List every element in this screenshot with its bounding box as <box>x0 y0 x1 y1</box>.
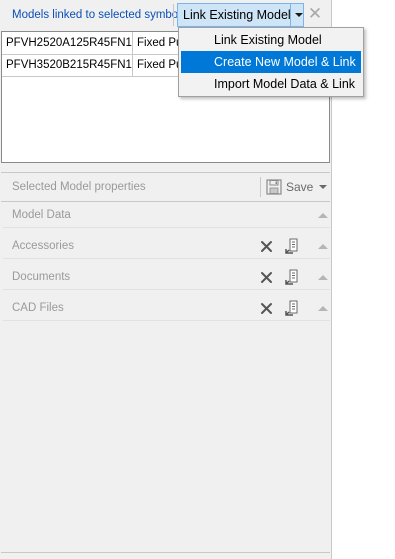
link-model-dropdown-menu: Link Existing Model Create New Model & L… <box>178 27 364 97</box>
selected-model-properties-header: Selected Model properties Save <box>1 172 330 202</box>
attach-document-icon[interactable] <box>284 269 300 286</box>
toolbar-separator <box>173 4 174 26</box>
model-name-cell[interactable]: PFVH3520B215R45FN1 <box>2 54 133 76</box>
save-button[interactable]: Save <box>286 180 313 194</box>
section-documents[interactable]: Documents <box>3 266 330 290</box>
link-existing-model-button-label[interactable]: Link Existing Model <box>183 8 291 22</box>
triangle-up-icon[interactable] <box>318 244 328 249</box>
menu-item-import-model-data-link[interactable]: Import Model Data & Link <box>181 73 361 95</box>
floppy-disk-icon[interactable] <box>266 179 282 195</box>
section-model-data[interactable]: Model Data <box>3 204 330 228</box>
x-delete-icon[interactable] <box>260 271 273 284</box>
section-title: Documents <box>12 271 71 283</box>
chevron-down-icon[interactable] <box>319 185 327 189</box>
properties-title: Selected Model properties <box>12 181 146 193</box>
chevron-down-icon[interactable] <box>295 13 303 17</box>
properties-separator <box>260 177 261 197</box>
attach-document-icon[interactable] <box>284 300 300 317</box>
menu-item-create-new-model-link[interactable]: Create New Model & Link <box>181 51 361 73</box>
link-existing-model-split-button[interactable]: Link Existing Model <box>177 3 304 27</box>
section-accessories[interactable]: Accessories <box>3 235 330 259</box>
triangle-up-icon[interactable] <box>318 213 328 218</box>
x-delete-icon[interactable] <box>260 240 273 253</box>
x-delete-icon[interactable] <box>260 302 273 315</box>
section-title: Model Data <box>12 209 71 221</box>
panel-bottom-border <box>1 552 330 553</box>
triangle-up-icon[interactable] <box>318 275 328 280</box>
close-icon[interactable]: ✕ <box>307 5 323 23</box>
section-cad-files[interactable]: CAD Files <box>3 297 330 321</box>
section-title: CAD Files <box>12 302 64 314</box>
section-title: Accessories <box>12 240 74 252</box>
triangle-up-icon[interactable] <box>318 306 328 311</box>
menu-item-link-existing-model[interactable]: Link Existing Model <box>181 29 361 51</box>
split-button-divider <box>290 4 291 26</box>
model-name-cell[interactable]: PFVH2520A125R45FN1 <box>2 32 133 54</box>
attach-document-icon[interactable] <box>284 238 300 255</box>
linked-models-label: Models linked to selected symbol <box>12 9 181 21</box>
